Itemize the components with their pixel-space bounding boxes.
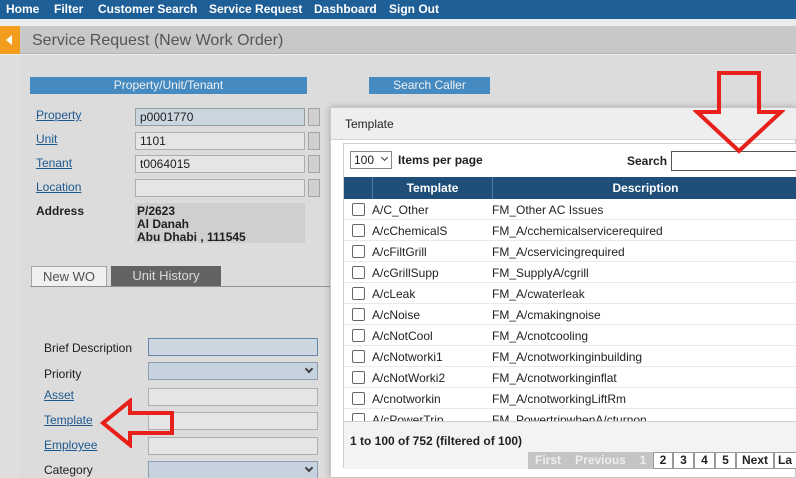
row-checkbox[interactable] bbox=[352, 224, 365, 237]
checkbox-column-header bbox=[344, 177, 372, 199]
pager-next-button[interactable]: Next bbox=[736, 452, 774, 469]
template-cell: A/cLeak bbox=[372, 287, 416, 301]
items-per-page-label: Items per page bbox=[398, 153, 483, 167]
row-checkbox[interactable] bbox=[352, 392, 365, 405]
nav-customer-search-link[interactable]: Customer Search bbox=[98, 2, 197, 16]
template-cell: A/cNotCool bbox=[372, 329, 433, 343]
pager-page-4[interactable]: 4 bbox=[694, 452, 715, 469]
pager-previous-button[interactable]: Previous bbox=[568, 452, 633, 469]
table-row[interactable]: A/cChemicalS FM_A/cchemicalservicerequire… bbox=[344, 220, 796, 241]
template-cell: A/cFiltGrill bbox=[372, 245, 427, 259]
nav-filter-link[interactable]: Filter bbox=[54, 2, 83, 16]
table-row[interactable]: A/cLeak FM_A/cwaterleak bbox=[344, 283, 796, 304]
description-cell: FM_A/cchemicalservicerequired bbox=[492, 224, 663, 238]
template-cell: A/cNotWorki2 bbox=[372, 371, 446, 385]
nav-sign-out-link[interactable]: Sign Out bbox=[389, 2, 439, 16]
table-row[interactable]: A/cNotworki1 FM_A/cnotworkinginbuilding bbox=[344, 346, 796, 367]
red-arrow-down-icon bbox=[693, 71, 785, 154]
description-cell: FM_A/cnotworkinginbuilding bbox=[492, 350, 643, 364]
nav-dashboard-link[interactable]: Dashboard bbox=[314, 2, 377, 16]
template-cell: A/C_Other bbox=[372, 203, 429, 217]
description-cell: FM_A/cnotcooling bbox=[492, 329, 589, 343]
description-cell: FM_A/cnotworkingLiftRm bbox=[492, 392, 627, 406]
column-header-template[interactable]: Template bbox=[372, 177, 492, 199]
paging-info: 1 to 100 of 752 (filtered of 100) bbox=[350, 434, 523, 448]
table-row[interactable]: A/cNotWorki2 FM_A/cnotworkinginflat bbox=[344, 367, 796, 388]
row-checkbox[interactable] bbox=[352, 245, 365, 258]
row-checkbox[interactable] bbox=[352, 287, 365, 300]
row-checkbox[interactable] bbox=[352, 371, 365, 384]
template-cell: A/cnotworkin bbox=[372, 392, 441, 406]
template-grid-container: 100 Items per page Search Template Descr… bbox=[343, 143, 796, 469]
description-cell: FM_Other AC Issues bbox=[492, 203, 604, 217]
collapse-panel-button[interactable] bbox=[0, 26, 20, 54]
row-checkbox[interactable] bbox=[352, 308, 365, 321]
row-checkbox[interactable] bbox=[352, 329, 365, 342]
chevron-down-icon bbox=[380, 153, 389, 162]
pager-page-2[interactable]: 2 bbox=[653, 452, 673, 469]
table-row[interactable]: A/cGrillSupp FM_SupplyA/cgrill bbox=[344, 262, 796, 283]
template-cell: A/cChemicalS bbox=[372, 224, 448, 238]
row-checkbox[interactable] bbox=[352, 350, 365, 363]
pager-page-1[interactable]: 1 bbox=[633, 452, 653, 469]
table-row[interactable]: A/cNotCool FM_A/cnotcooling bbox=[344, 325, 796, 346]
triangle-left-icon bbox=[6, 35, 12, 45]
items-per-page-value: 100 bbox=[354, 153, 375, 167]
description-cell: FM_PowertripwhenA/cturnon bbox=[492, 413, 647, 421]
column-header-description[interactable]: Description bbox=[492, 177, 796, 199]
grid-header: Template Description bbox=[344, 177, 796, 199]
description-cell: FM_SupplyA/cgrill bbox=[492, 266, 589, 280]
nav-service-request-link[interactable]: Service Request bbox=[209, 2, 302, 16]
search-input[interactable] bbox=[671, 151, 796, 171]
template-cell: A/cPowerTrip bbox=[372, 413, 444, 421]
nav-home-link[interactable]: Home bbox=[6, 2, 39, 16]
modal-title: Template bbox=[345, 117, 394, 131]
pager-last-button[interactable]: La bbox=[774, 452, 796, 469]
template-cell: A/cNoise bbox=[372, 308, 421, 322]
row-checkbox[interactable] bbox=[352, 266, 365, 279]
red-arrow-left-icon bbox=[100, 398, 174, 448]
pager-first-button[interactable]: First bbox=[528, 452, 568, 469]
grid-rows: A/C_Other FM_Other AC Issues A/cChemicalS… bbox=[344, 199, 796, 421]
table-row[interactable]: A/cPowerTrip FM_PowertripwhenA/cturnon bbox=[344, 409, 796, 421]
pager-page-5[interactable]: 5 bbox=[715, 452, 736, 469]
row-checkbox[interactable] bbox=[352, 203, 365, 216]
template-cell: A/cGrillSupp bbox=[372, 266, 439, 280]
template-cell: A/cNotworki1 bbox=[372, 350, 443, 364]
table-row[interactable]: A/cNoise FM_A/cmakingnoise bbox=[344, 304, 796, 325]
grid-footer: 1 to 100 of 752 (filtered of 100) First … bbox=[344, 421, 796, 469]
top-nav-bar: Home Filter Customer Search Service Requ… bbox=[0, 0, 796, 19]
pager-page-3[interactable]: 3 bbox=[673, 452, 694, 469]
row-checkbox[interactable] bbox=[352, 413, 365, 421]
description-cell: FM_A/cservicingrequired bbox=[492, 245, 625, 259]
table-row[interactable]: A/cFiltGrill FM_A/cservicingrequired bbox=[344, 241, 796, 262]
description-cell: FM_A/cwaterleak bbox=[492, 287, 585, 301]
search-label: Search bbox=[627, 154, 668, 168]
page-title: Service Request (New Work Order) bbox=[32, 32, 284, 49]
items-per-page-select[interactable]: 100 bbox=[350, 151, 392, 169]
template-modal: Template 100 Items per page Search Templ… bbox=[330, 107, 796, 478]
description-cell: FM_A/cnotworkinginflat bbox=[492, 371, 617, 385]
table-row[interactable]: A/C_Other FM_Other AC Issues bbox=[344, 199, 796, 220]
description-cell: FM_A/cmakingnoise bbox=[492, 308, 601, 322]
table-row[interactable]: A/cnotworkin FM_A/cnotworkingLiftRm bbox=[344, 388, 796, 409]
